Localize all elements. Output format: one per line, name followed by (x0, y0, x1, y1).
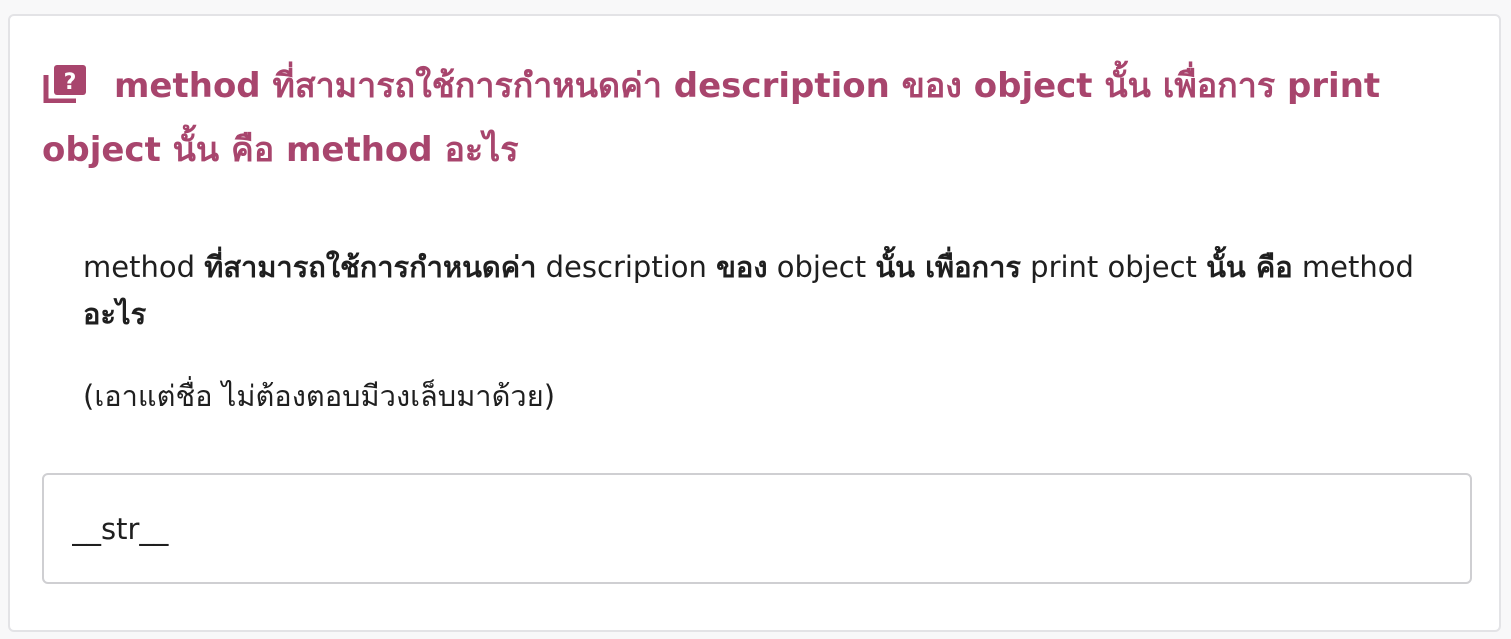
prompt-segment: นั้น เพื่อการ (875, 250, 1021, 284)
prompt-segment: method (83, 250, 205, 284)
question-title: ? method ที่สามารถใช้การกำหนดค่า descrip… (42, 54, 1462, 182)
prompt-segment: method (1292, 250, 1414, 284)
answer-input[interactable] (42, 473, 1472, 584)
prompt-segment: print object (1020, 250, 1207, 284)
answer-hint: (เอาแต่ชื่อ ไม่ต้องตอบมีวงเล็บมาด้วย) (83, 379, 556, 413)
prompt-segment: ของ (716, 250, 768, 284)
question-card: ? method ที่สามารถใช้การกำหนดค่า descrip… (8, 14, 1501, 632)
prompt-segment: object (767, 250, 876, 284)
question-prompt: method ที่สามารถใช้การกำหนดค่า descripti… (83, 244, 1453, 338)
question-title-text: method ที่สามารถใช้การกำหนดค่า descripti… (42, 66, 1381, 170)
prompt-segment: description (536, 250, 717, 284)
prompt-segment: ที่สามารถใช้การกำหนดค่า (204, 250, 537, 284)
prompt-segment: นั้น คือ (1206, 250, 1293, 284)
svg-text:?: ? (64, 70, 77, 95)
prompt-segment: อะไร (83, 297, 147, 331)
question-book-icon: ? (42, 63, 88, 103)
